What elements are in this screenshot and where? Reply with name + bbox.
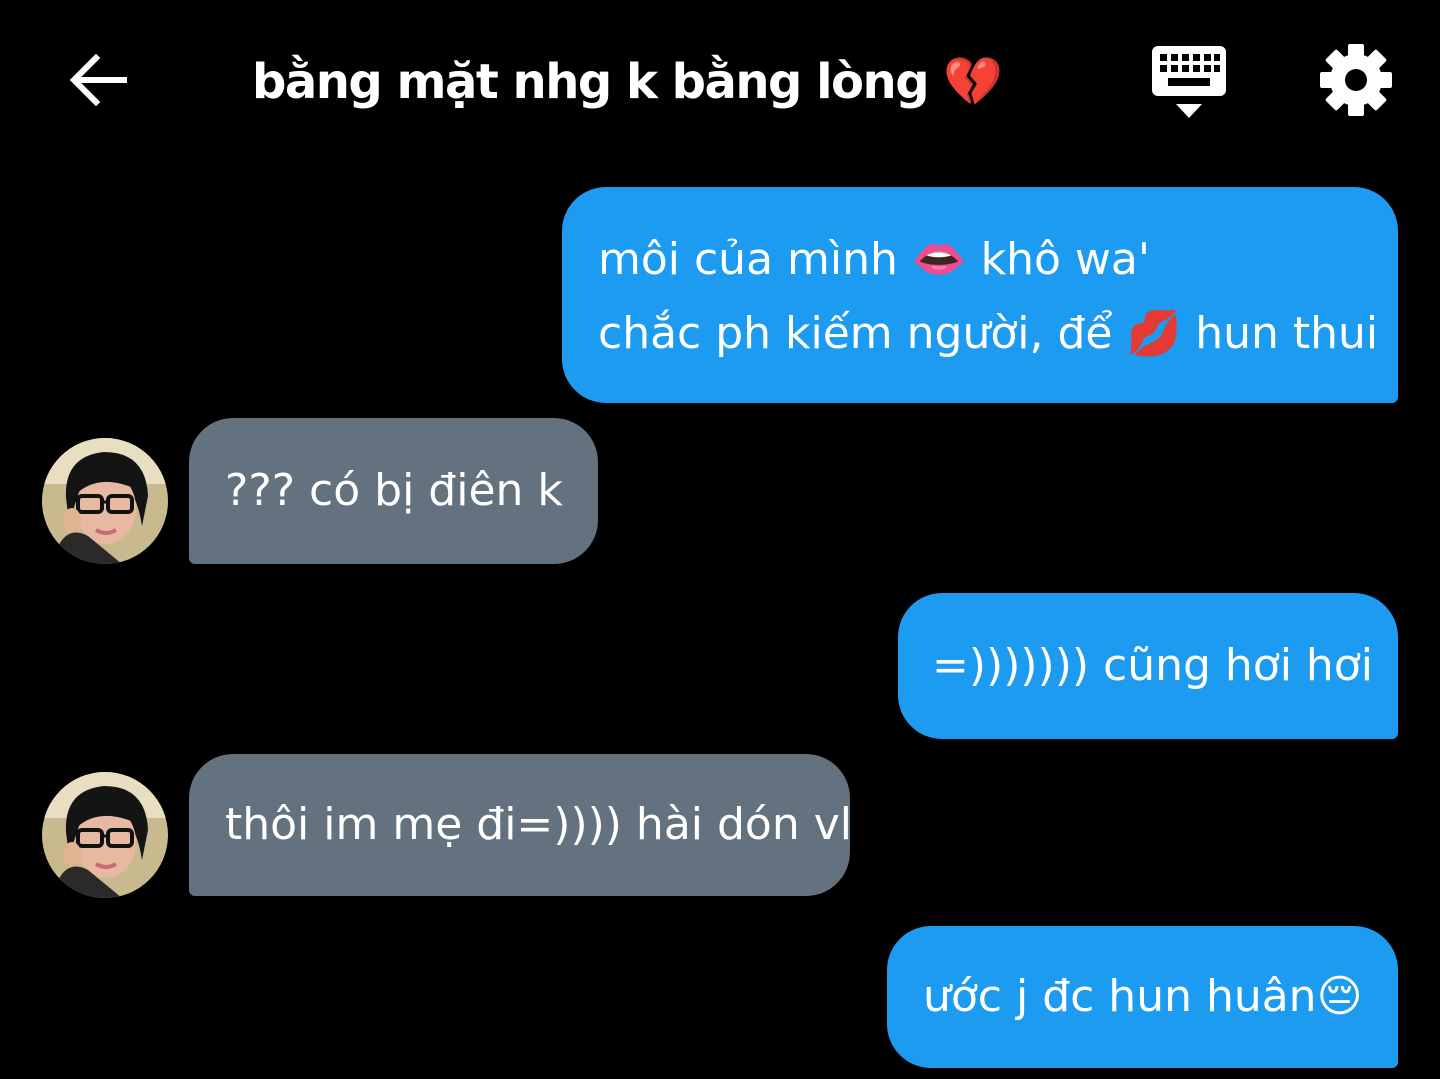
message-list: môi của mình 👄 khô wa' chắc ph kiếm ngườ… xyxy=(0,0,1440,1079)
avatar[interactable] xyxy=(42,438,168,564)
message-text: chắc ph kiếm người, để 💋 hun thui xyxy=(598,308,1379,359)
message-text: ??? có bị điên k xyxy=(225,465,563,516)
message-text: ước j đc hun huân😔 xyxy=(923,971,1363,1022)
message-text: =))))))) cũng hơi hơi xyxy=(932,640,1373,691)
message-bubble-outgoing[interactable]: =))))))) cũng hơi hơi xyxy=(898,593,1398,739)
message-bubble-outgoing[interactable]: môi của mình 👄 khô wa' chắc ph kiếm ngườ… xyxy=(562,187,1398,403)
message-text: thôi im mẹ đi=)))) hài dón vl xyxy=(225,799,852,850)
message-bubble-outgoing[interactable]: ước j đc hun huân😔 xyxy=(887,926,1398,1068)
message-bubble-incoming[interactable]: ??? có bị điên k xyxy=(189,418,598,564)
avatar[interactable] xyxy=(42,772,168,898)
message-bubble-incoming[interactable]: thôi im mẹ đi=)))) hài dón vl xyxy=(189,754,852,896)
message-text: môi của mình 👄 khô wa' xyxy=(598,234,1150,285)
